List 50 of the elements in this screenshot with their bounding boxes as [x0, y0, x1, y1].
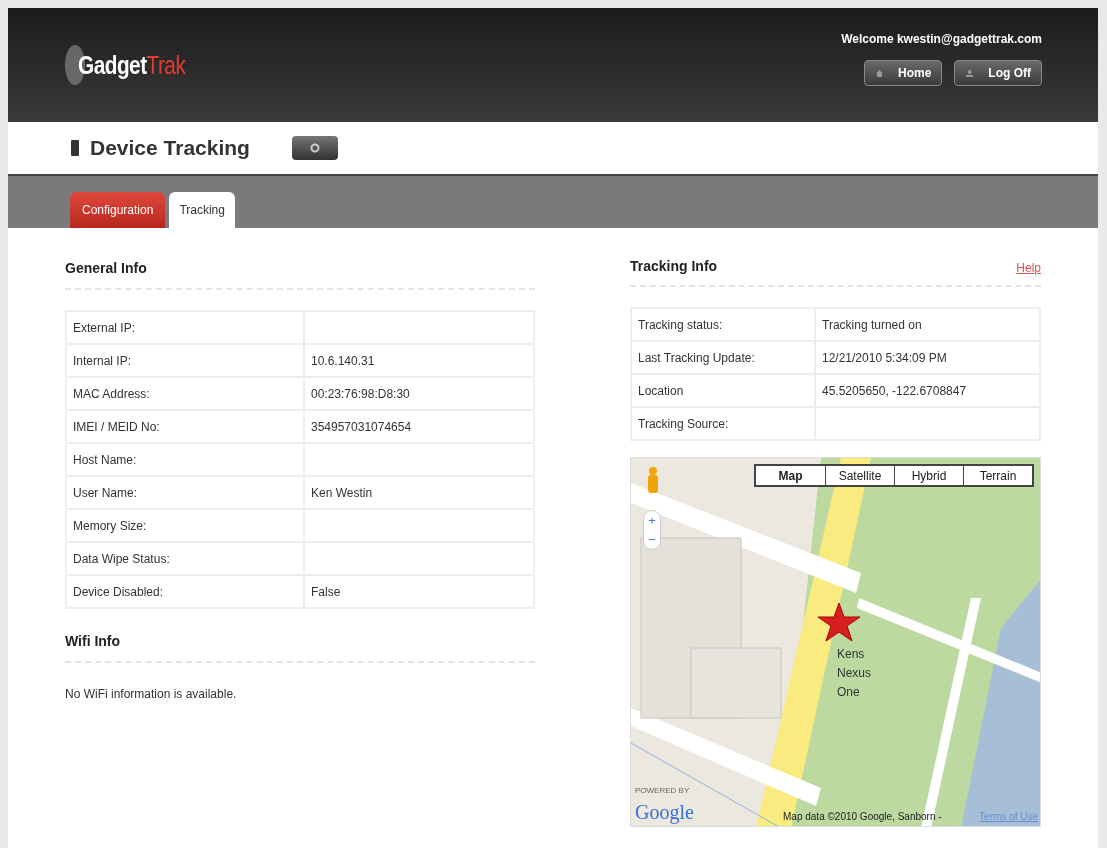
powered-by-text: POWERED BY — [635, 786, 690, 795]
zoom-out-button[interactable]: − — [648, 530, 656, 549]
table-cell: Device Disabled: — [66, 575, 304, 608]
table-cell: Host Name: — [66, 443, 304, 476]
map-type-button[interactable]: Hybrid — [894, 466, 963, 485]
marker-label: Kens Nexus One — [837, 646, 872, 701]
table-cell: 10.6.140.31 — [304, 344, 534, 377]
wifi-message: No WiFi information is available. — [65, 686, 238, 703]
table-cell: Internal IP: — [66, 344, 304, 377]
table-cell: External IP: — [66, 311, 304, 344]
table-cell: 00:23:76:98:D8:30 — [304, 377, 534, 410]
table-cell: Data Wipe Status: — [66, 542, 304, 575]
phone-icon — [70, 139, 80, 157]
header-button[interactable]: Log Off — [954, 60, 1042, 86]
settings-button[interactable] — [291, 136, 338, 160]
table-cell: Last Tracking Update: — [631, 341, 815, 374]
page-title: Device Tracking — [90, 135, 250, 162]
table-cell: Ken Westin — [304, 476, 534, 509]
table-cell: Location — [631, 374, 815, 407]
header-button[interactable]: Home — [864, 60, 943, 86]
map-attribution: Map data ©2010 Google, Sanborn - — [783, 810, 942, 824]
logo: GadgetTrak — [78, 48, 186, 82]
star-marker-icon — [817, 602, 861, 642]
table-cell: 45.5205650, -122.6708847 — [815, 374, 1040, 407]
zoom-in-button[interactable]: + — [648, 511, 656, 530]
help-link[interactable]: Help — [1016, 259, 1041, 277]
user-icon — [965, 68, 975, 78]
tab[interactable]: Tracking — [169, 192, 235, 228]
pegman-icon — [645, 466, 661, 494]
welcome-text: Welcome kwestin@gadgettrak.com — [841, 31, 1042, 48]
google-logo: Google — [635, 800, 694, 826]
table-cell: Memory Size: — [66, 509, 304, 542]
map-type-button[interactable]: Satellite — [825, 466, 894, 485]
table-cell: False — [304, 575, 534, 608]
table-cell: IMEI / MEID No: — [66, 410, 304, 443]
table-cell: MAC Address: — [66, 377, 304, 410]
map-type-button[interactable]: Terrain — [963, 466, 1032, 485]
tab[interactable]: Configuration — [70, 192, 166, 228]
table-cell: User Name: — [66, 476, 304, 509]
section-title: Tracking Info — [630, 257, 718, 276]
settings-icon — [309, 143, 320, 153]
table-cell: Tracking status: — [631, 308, 815, 341]
home-icon — [875, 68, 884, 78]
table-cell: 12/21/2010 5:34:09 PM — [815, 341, 1040, 374]
section-title: Wifi Info — [65, 633, 121, 649]
table-cell: 354957031074654 — [304, 410, 534, 443]
map-type-button[interactable]: Map — [756, 466, 825, 485]
section-title: General Info — [65, 260, 147, 276]
table-cell: Tracking turned on — [815, 308, 1040, 341]
table-cell: Tracking Source: — [631, 407, 815, 440]
